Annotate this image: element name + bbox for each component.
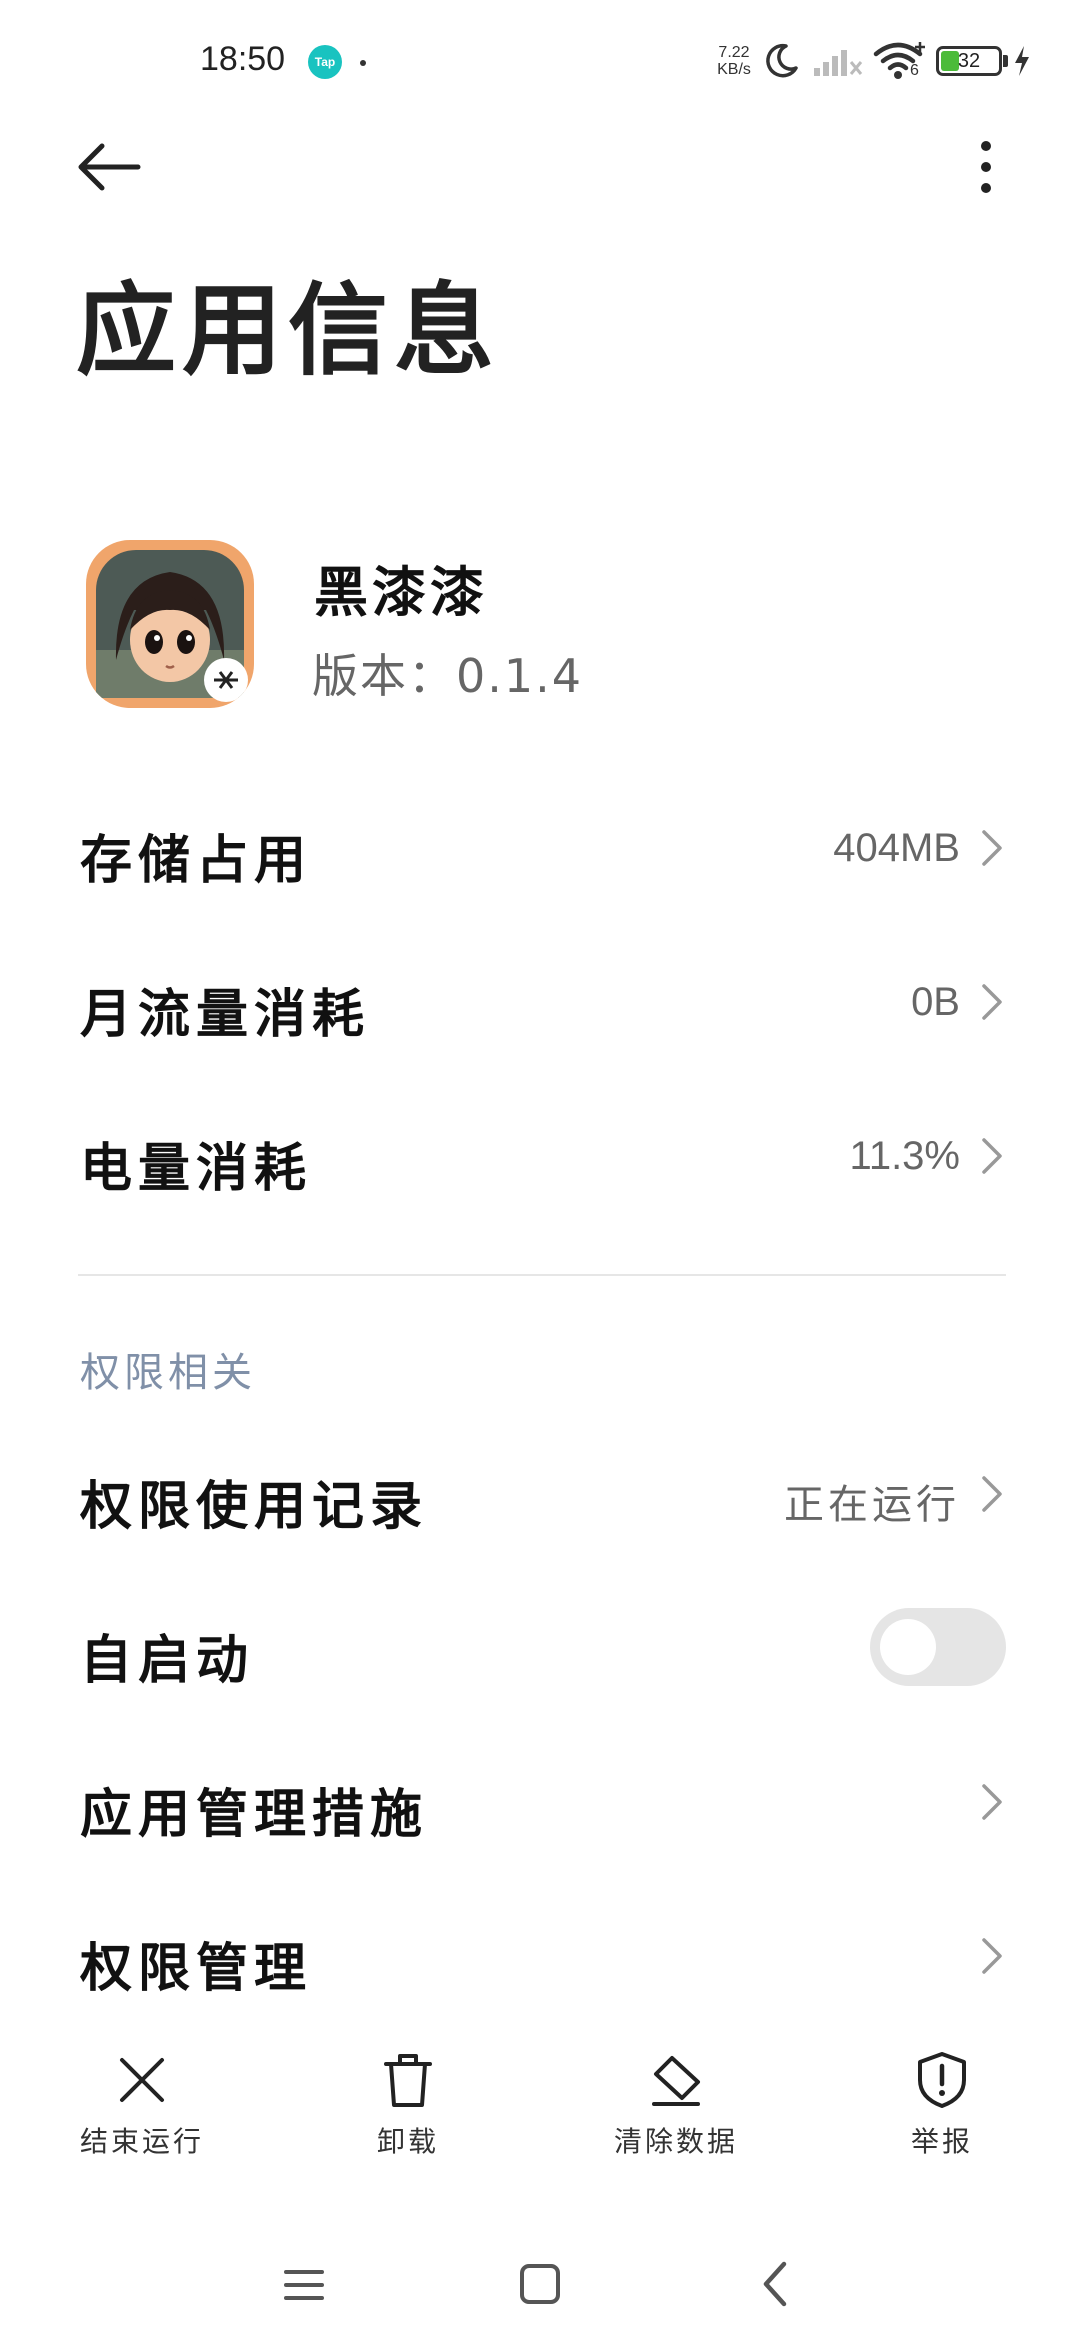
shield-alert-icon — [918, 2052, 966, 2108]
battery-tip — [1003, 55, 1008, 67]
nav-back-button[interactable] — [736, 2250, 816, 2320]
app-management-label: 应用管理措施 — [80, 1785, 429, 1845]
net-speed: 7.22 KB/s — [712, 44, 756, 78]
more-options-button[interactable] — [956, 132, 1016, 202]
clear-data-label: 清除数据 — [613, 2125, 738, 2158]
chevron-right-icon — [982, 984, 1002, 1020]
battery-usage-label: 电量消耗 — [80, 1139, 313, 1199]
permission-usage-row[interactable]: 权限使用记录 正在运行 — [0, 1422, 1080, 1562]
page-title: 应用信息 — [76, 271, 500, 389]
permissions-section-header: 权限相关 — [80, 1350, 256, 1396]
data-usage-value: 0B — [911, 980, 960, 1024]
storage-row[interactable]: 存储占用 404MB — [0, 776, 1080, 916]
permission-management-label: 权限管理 — [80, 1939, 313, 1999]
app-management-row[interactable]: 应用管理措施 — [0, 1730, 1080, 1870]
autostart-toggle[interactable] — [870, 1608, 1006, 1686]
permission-usage-value: 正在运行 — [784, 1482, 960, 1528]
divider — [78, 1274, 1006, 1276]
data-usage-row[interactable]: 月流量消耗 0B — [0, 930, 1080, 1070]
report-label: 举报 — [910, 2125, 973, 2158]
back-chevron-icon — [763, 2261, 787, 2307]
battery-level: 32 — [957, 50, 981, 72]
menu-icon — [284, 2270, 324, 2300]
back-button[interactable] — [70, 132, 150, 202]
chevron-right-icon — [982, 1784, 1002, 1820]
storage-value: 404MB — [833, 826, 960, 870]
uninstall-label: 卸载 — [376, 2125, 439, 2158]
autostart-label: 自启动 — [80, 1631, 255, 1691]
close-icon — [120, 2058, 164, 2102]
uninstall-button[interactable]: 卸载 — [308, 2050, 508, 2180]
battery-usage-value: 11.3% — [849, 1134, 960, 1178]
recent-apps-button[interactable] — [264, 2250, 344, 2320]
system-nav-bar — [0, 2230, 1080, 2340]
force-stop-label: 结束运行 — [79, 2125, 204, 2158]
app-name: 黑漆漆 — [314, 561, 488, 624]
storage-label: 存储占用 — [80, 831, 313, 891]
more-vertical-icon — [981, 141, 991, 193]
app-version: 版本：0.1.4 — [312, 649, 584, 703]
permission-management-row[interactable]: 权限管理 — [0, 1884, 1080, 2024]
chevron-right-icon — [982, 1138, 1002, 1174]
bottom-action-bar: 结束运行 卸载 清除数据 举报 — [0, 2050, 1080, 2180]
home-button[interactable] — [500, 2250, 580, 2320]
chevron-right-icon — [982, 1938, 1002, 1974]
wifi-icon — [873, 42, 925, 79]
chevron-right-icon — [982, 1476, 1002, 1512]
wifi-badge: 6 — [910, 62, 919, 79]
moon-icon — [766, 43, 798, 78]
notification-dot-icon — [360, 60, 366, 66]
force-stop-button[interactable]: 结束运行 — [42, 2050, 242, 2180]
app-icon — [86, 540, 254, 708]
net-speed-unit: KB/s — [717, 61, 751, 78]
permission-usage-label: 权限使用记录 — [80, 1477, 429, 1537]
home-square-icon — [520, 2264, 560, 2304]
clear-data-button[interactable]: 清除数据 — [576, 2050, 776, 2180]
charging-icon — [1015, 46, 1029, 76]
data-usage-label: 月流量消耗 — [80, 985, 371, 1045]
battery-icon: 32 — [936, 46, 1002, 76]
trash-icon — [384, 2054, 432, 2107]
report-button[interactable]: 举报 — [842, 2050, 1042, 2180]
tap-app-icon: Tap — [308, 45, 342, 79]
net-speed-value: 7.22 — [718, 44, 750, 61]
toggle-knob — [880, 1619, 936, 1675]
chevron-right-icon — [982, 830, 1002, 866]
cellular-signal-icon — [814, 50, 863, 76]
status-bar: 18:50 Tap 7.22 KB/s 6 32 — [0, 0, 1080, 120]
eraser-icon — [652, 2056, 700, 2106]
arrow-left-icon — [78, 143, 141, 191]
status-time: 18:50 — [200, 40, 286, 78]
battery-usage-row[interactable]: 电量消耗 11.3% — [0, 1084, 1080, 1224]
